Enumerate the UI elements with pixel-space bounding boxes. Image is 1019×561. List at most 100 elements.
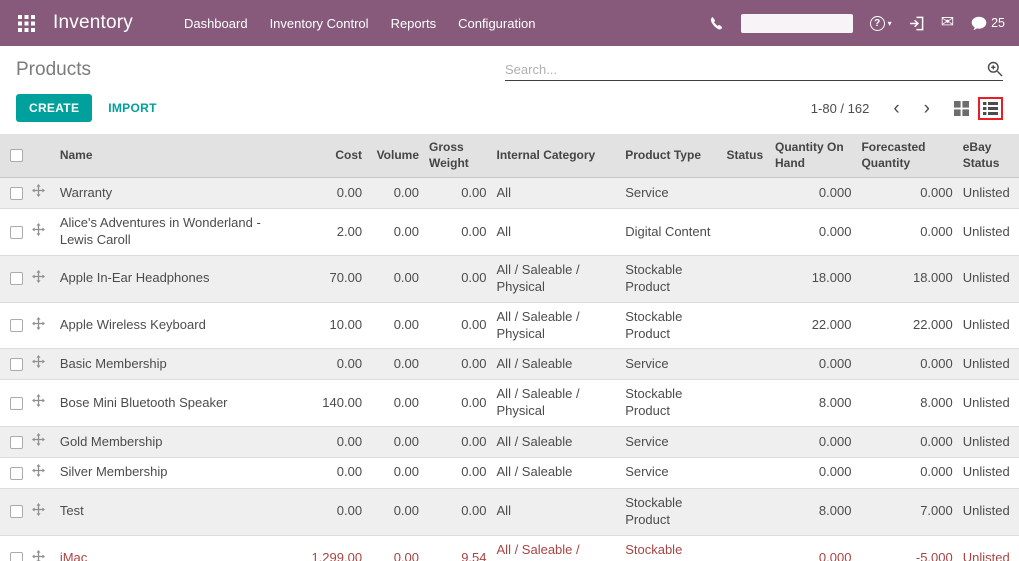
cell-category[interactable]: All / Saleable / Physical — [491, 534, 621, 561]
drag-handle-icon[interactable] — [32, 184, 46, 198]
table-row[interactable]: Bose Mini Bluetooth Speaker 140.00 0.00 0.0… — [0, 379, 1019, 427]
cell-cost[interactable]: 70.00 — [299, 254, 368, 303]
cell-status[interactable] — [721, 348, 770, 380]
menu-item-reports[interactable]: Reports — [380, 2, 448, 45]
row-checkbox[interactable] — [10, 396, 23, 410]
pager-previous-icon[interactable]: ‹ — [885, 99, 907, 118]
import-link[interactable]: IMPORT — [108, 101, 156, 115]
cell-cost[interactable]: 2.00 — [299, 208, 368, 256]
cell-name[interactable]: Test — [54, 487, 300, 536]
cell-product_type[interactable]: Service — [620, 456, 722, 489]
cell-status[interactable] — [721, 379, 770, 427]
cell-ebay[interactable]: Unlisted — [957, 379, 1019, 427]
drag-handle-icon[interactable] — [32, 223, 46, 237]
cell-category[interactable]: All / Saleable — [491, 426, 621, 458]
cell-product_type[interactable]: Stockable Product — [620, 301, 722, 349]
column-header-volume[interactable]: Volume — [367, 134, 425, 179]
search-input[interactable] — [505, 61, 987, 77]
create-button[interactable]: CREATE — [16, 94, 93, 122]
cell-qty_on_hand[interactable]: 22.000 — [769, 301, 857, 349]
cell-name[interactable]: Apple Wireless Keyboard — [54, 301, 300, 349]
row-checkbox[interactable] — [10, 466, 23, 480]
menu-item-inventory-control[interactable]: Inventory Control — [259, 2, 380, 45]
column-header-qty_on_hand[interactable]: Quantity On Hand — [769, 134, 857, 179]
cell-forecasted[interactable]: 0.000 — [856, 208, 958, 256]
table-row[interactable]: Basic Membership 0.00 0.00 0.00 All / Saleab… — [0, 348, 1019, 380]
cell-ebay[interactable]: Unlisted — [957, 534, 1019, 561]
table-row[interactable]: Apple In-Ear Headphones 70.00 0.00 0.00 All … — [0, 254, 1019, 303]
table-row[interactable]: Warranty 0.00 0.00 0.00 All Service 0.000 0.000… — [0, 177, 1019, 209]
cell-category[interactable]: All / Saleable / Physical — [491, 254, 621, 303]
cell-cost[interactable]: 140.00 — [299, 379, 368, 427]
cell-gross_weight[interactable]: 0.00 — [424, 301, 492, 349]
cell-name[interactable]: Warranty — [54, 177, 300, 209]
cell-gross_weight[interactable]: 9.54 — [424, 534, 492, 561]
cell-product_type[interactable]: Stockable Product — [620, 487, 722, 536]
cell-qty_on_hand[interactable]: 0.000 — [769, 426, 857, 458]
column-header-gross_weight[interactable]: Gross Weight — [424, 134, 492, 179]
row-checkbox[interactable] — [10, 552, 23, 561]
cell-forecasted[interactable]: 0.000 — [856, 426, 958, 458]
cell-category[interactable]: All / Saleable / Physical — [491, 379, 621, 427]
cell-status[interactable] — [721, 487, 770, 536]
cell-volume[interactable]: 0.00 — [367, 456, 425, 489]
column-header-ebay[interactable]: eBay Status — [957, 134, 1019, 179]
cell-category[interactable]: All / Saleable / Physical — [491, 301, 621, 349]
cell-gross_weight[interactable]: 0.00 — [424, 426, 492, 458]
cell-product_type[interactable]: Stockable Product — [620, 379, 722, 427]
cell-status[interactable] — [721, 177, 770, 209]
cell-forecasted[interactable]: 0.000 — [856, 177, 958, 209]
cell-volume[interactable]: 0.00 — [367, 379, 425, 427]
cell-qty_on_hand[interactable]: 0.000 — [769, 348, 857, 380]
cell-name[interactable]: Bose Mini Bluetooth Speaker — [54, 379, 300, 427]
cell-status[interactable] — [721, 208, 770, 256]
cell-volume[interactable]: 0.00 — [367, 177, 425, 209]
cell-forecasted[interactable]: 8.000 — [856, 379, 958, 427]
cell-cost[interactable]: 0.00 — [299, 426, 368, 458]
cell-ebay[interactable]: Unlisted — [957, 254, 1019, 303]
drag-handle-icon[interactable] — [32, 502, 46, 516]
row-checkbox[interactable] — [10, 225, 23, 239]
cell-name[interactable]: Gold Membership — [54, 426, 300, 458]
cell-volume[interactable]: 0.00 — [367, 487, 425, 536]
cell-forecasted[interactable]: 7.000 — [856, 487, 958, 536]
cell-name[interactable]: Silver Membership — [54, 456, 300, 489]
messages-button[interactable]: 25 — [971, 16, 1005, 31]
cell-qty_on_hand[interactable]: 0.000 — [769, 456, 857, 489]
row-checkbox[interactable] — [10, 435, 23, 449]
table-row[interactable]: Gold Membership 0.00 0.00 0.00 All / Saleabl… — [0, 426, 1019, 458]
row-checkbox[interactable] — [10, 186, 23, 200]
cell-qty_on_hand[interactable]: 0.000 — [769, 177, 857, 209]
cell-status[interactable] — [721, 534, 770, 561]
drag-handle-icon[interactable] — [32, 549, 46, 561]
cell-cost[interactable]: 10.00 — [299, 301, 368, 349]
cell-qty_on_hand[interactable]: 8.000 — [769, 487, 857, 536]
cell-name[interactable]: Apple In-Ear Headphones — [54, 254, 300, 303]
cell-name[interactable]: Basic Membership — [54, 348, 300, 380]
row-checkbox[interactable] — [10, 357, 23, 371]
column-header-cost[interactable]: Cost — [299, 134, 368, 179]
cell-volume[interactable]: 0.00 — [367, 301, 425, 349]
cell-ebay[interactable]: Unlisted — [957, 301, 1019, 349]
cell-volume[interactable]: 0.00 — [367, 426, 425, 458]
select-all-checkbox[interactable] — [10, 149, 23, 163]
drag-handle-icon[interactable] — [32, 463, 46, 477]
row-checkbox[interactable] — [10, 505, 23, 519]
cell-volume[interactable]: 0.00 — [367, 254, 425, 303]
cell-ebay[interactable]: Unlisted — [957, 487, 1019, 536]
cell-category[interactable]: All — [491, 487, 621, 536]
column-header-category[interactable]: Internal Category — [491, 134, 621, 179]
cell-cost[interactable]: 1,299.00 — [299, 534, 368, 561]
cell-qty_on_hand[interactable]: 0.000 — [769, 208, 857, 256]
cell-forecasted[interactable]: 0.000 — [856, 456, 958, 489]
drag-handle-icon[interactable] — [32, 394, 46, 408]
cell-product_type[interactable]: Service — [620, 348, 722, 380]
row-checkbox[interactable] — [10, 319, 23, 333]
row-checkbox[interactable] — [10, 272, 23, 286]
cell-qty_on_hand[interactable]: 8.000 — [769, 379, 857, 427]
column-header-forecasted[interactable]: Forecasted Quantity — [856, 134, 958, 179]
table-row[interactable]: Test 0.00 0.00 0.00 All Stockable Product 8.00… — [0, 487, 1019, 536]
drag-handle-icon[interactable] — [32, 355, 46, 369]
kanban-view-icon[interactable] — [954, 100, 969, 116]
cell-product_type[interactable]: Stockable Product — [620, 534, 722, 561]
